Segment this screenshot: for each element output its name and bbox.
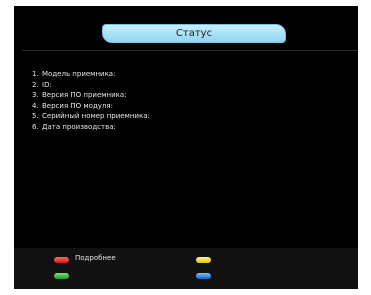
list-item-model: 1. Модель приемника: xyxy=(32,69,150,80)
list-item-id: 2. ID: xyxy=(32,80,150,91)
status-screen: Статус 1. Модель приемника: 2. ID: 3. Верси… xyxy=(14,6,358,289)
page-title: Статус xyxy=(102,24,286,43)
item-label: ID: xyxy=(42,80,52,89)
list-item-serial-number: 5. Серийный номер приемника: xyxy=(32,111,150,122)
item-number: 4. xyxy=(32,101,39,110)
item-number: 3. xyxy=(32,91,39,99)
red-key-icon[interactable] xyxy=(54,257,69,263)
item-label: Дата производства: xyxy=(42,122,116,131)
list-item-receiver-software: 3. Версия ПО приемника: xyxy=(32,90,150,101)
yellow-key-icon[interactable] xyxy=(196,257,211,263)
item-label: Серийный номер приемника: xyxy=(42,112,150,120)
item-number: 2. xyxy=(32,80,39,89)
color-key-bar: Подробнее xyxy=(14,248,358,289)
details-key-label[interactable]: Подробнее xyxy=(75,254,116,262)
green-key-icon[interactable] xyxy=(54,273,69,279)
blue-key-icon[interactable] xyxy=(196,273,211,279)
list-item-manufacture-date: 6. Дата производства: xyxy=(32,122,150,133)
item-label: Версия ПО приемника: xyxy=(42,91,127,99)
item-number: 6. xyxy=(32,122,39,131)
item-label: Версия ПО модуля: xyxy=(42,101,113,110)
item-number: 1. xyxy=(32,70,39,78)
info-panel: 1. Модель приемника: 2. ID: 3. Версия ПО пр… xyxy=(22,50,358,245)
item-label: Модель приемника: xyxy=(42,70,116,78)
list-item-module-software: 4. Версия ПО модуля: xyxy=(32,101,150,112)
item-number: 5. xyxy=(32,112,39,120)
info-list: 1. Модель приемника: 2. ID: 3. Версия ПО пр… xyxy=(32,69,150,132)
